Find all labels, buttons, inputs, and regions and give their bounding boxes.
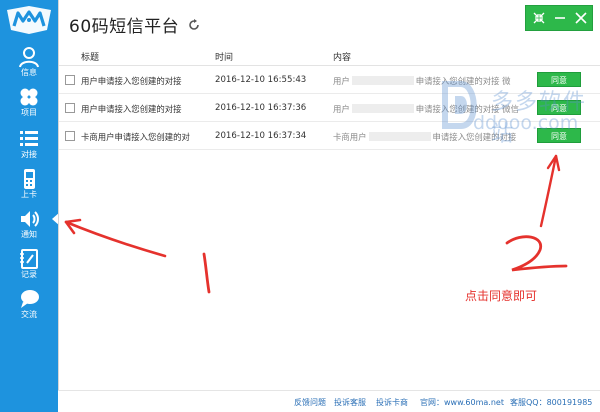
sidebar-item-label: 交流 [21, 310, 37, 319]
phone-icon [24, 169, 35, 189]
table-header: 标题 时间 内容 [59, 42, 600, 66]
sidebar-item-label: 对接 [21, 150, 37, 159]
page-title: 60码短信平台 [69, 17, 180, 37]
row-checkbox[interactable] [65, 103, 75, 113]
sidebar-item-docking[interactable]: 对接 [0, 126, 58, 166]
content-sender: 用户 [333, 76, 350, 86]
feedback-link[interactable]: 反馈问题 [294, 397, 326, 408]
sidebar-item-notice[interactable]: 通知 [0, 206, 58, 246]
row-title: 用户申请接入您创建的对接 [81, 104, 182, 114]
notebook-icon [20, 249, 38, 269]
clover-icon [20, 88, 38, 106]
row-time: 2016-12-10 16:37:36 [215, 103, 307, 113]
row-checkbox[interactable] [65, 131, 75, 141]
redacted-name [351, 76, 414, 85]
main-window: 60码短信平台 标题 时间 内容 用户申请接入您创建的对接 2016-12-10… [58, 0, 600, 412]
row-title: 卡商用户申请接入您创建的对 [81, 132, 190, 142]
complain-card-link[interactable]: 投诉卡商 [376, 397, 408, 408]
list-icon [20, 131, 38, 146]
sidebar-item-card[interactable]: 上卡 [0, 166, 58, 206]
column-content: 内容 [333, 53, 352, 63]
sidebar-item-records[interactable]: 记录 [0, 246, 58, 286]
redacted-name [368, 132, 431, 141]
sidebar: 信息 项目 对接 上卡 通知 记录 交流 [0, 0, 58, 412]
close-icon[interactable] [575, 12, 587, 24]
row-title: 用户申请接入您创建的对接 [81, 76, 182, 86]
compress-icon[interactable] [533, 12, 545, 24]
watermark-url: ddooo.com [473, 112, 579, 134]
official-site-link[interactable]: 官网：www.60ma.net [420, 397, 504, 408]
sidebar-item-label: 上卡 [21, 190, 37, 199]
row-time: 2016-12-10 16:55:43 [215, 75, 307, 85]
sidebar-item-chat[interactable]: 交流 [0, 286, 58, 326]
app-logo [7, 6, 51, 34]
column-time: 时间 [215, 53, 234, 63]
sidebar-item-projects[interactable]: 项目 [0, 84, 58, 124]
person-icon [19, 47, 39, 68]
row-time: 2016-12-10 16:37:34 [215, 131, 307, 141]
column-title: 标题 [81, 53, 100, 63]
row-checkbox[interactable] [65, 75, 75, 85]
sidebar-item-label: 信息 [21, 68, 37, 77]
customer-service-qq: 客服QQ：800191985 [510, 398, 593, 407]
speaker-icon [21, 211, 39, 227]
sidebar-item-info[interactable]: 信息 [0, 44, 58, 84]
window-controls [525, 5, 593, 31]
sidebar-item-label: 项目 [21, 108, 37, 117]
complain-service-link[interactable]: 投诉客服 [334, 397, 366, 408]
content-sender: 用户 [333, 104, 350, 114]
annotation-hint: 点击同意即可 [465, 289, 538, 303]
refresh-icon[interactable] [188, 19, 200, 31]
chat-bubble-icon [21, 290, 39, 308]
minimize-icon[interactable] [554, 12, 566, 24]
redacted-name [351, 104, 414, 113]
sidebar-item-label: 记录 [21, 270, 37, 279]
footer-bar: 反馈问题 投诉客服 投诉卡商 官网：www.60ma.net 客服QQ：8001… [58, 390, 600, 412]
sidebar-item-label: 通知 [21, 230, 37, 239]
content-sender: 卡商用户 [333, 132, 367, 142]
